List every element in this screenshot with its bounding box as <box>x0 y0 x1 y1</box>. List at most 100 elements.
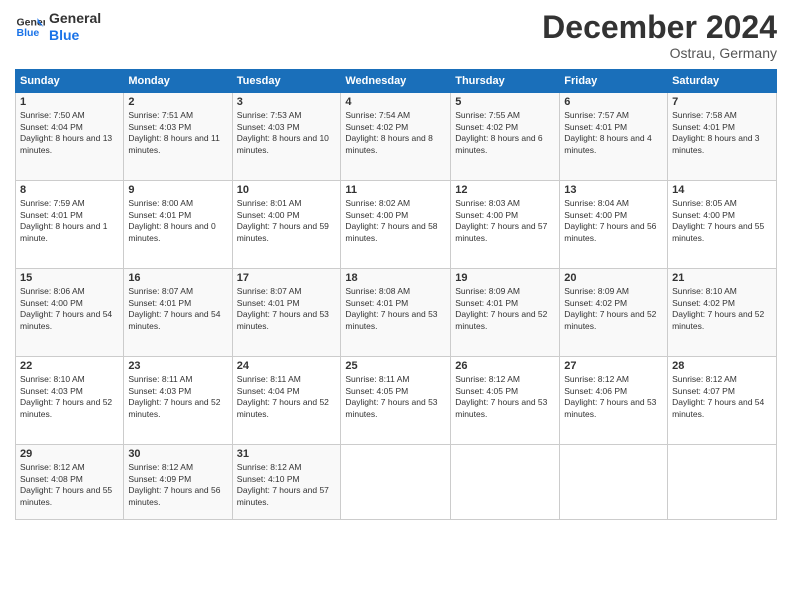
table-row <box>668 445 777 520</box>
day-info: Sunrise: 7:51 AMSunset: 4:03 PMDaylight:… <box>128 110 220 154</box>
day-number: 12 <box>455 184 555 196</box>
logo-general: General <box>49 10 101 27</box>
table-row: 2 Sunrise: 7:51 AMSunset: 4:03 PMDayligh… <box>124 93 232 181</box>
day-number: 29 <box>20 448 119 460</box>
col-header-monday: Monday <box>124 70 232 93</box>
day-info: Sunrise: 8:07 AMSunset: 4:01 PMDaylight:… <box>128 286 220 330</box>
table-row: 5 Sunrise: 7:55 AMSunset: 4:02 PMDayligh… <box>451 93 560 181</box>
table-row: 22 Sunrise: 8:10 AMSunset: 4:03 PMDaylig… <box>16 357 124 445</box>
day-info: Sunrise: 8:11 AMSunset: 4:05 PMDaylight:… <box>345 374 437 418</box>
day-number: 1 <box>20 96 119 108</box>
day-info: Sunrise: 8:09 AMSunset: 4:02 PMDaylight:… <box>564 286 656 330</box>
day-number: 10 <box>237 184 337 196</box>
table-row <box>451 445 560 520</box>
table-row: 26 Sunrise: 8:12 AMSunset: 4:05 PMDaylig… <box>451 357 560 445</box>
day-info: Sunrise: 8:10 AMSunset: 4:03 PMDaylight:… <box>20 374 112 418</box>
day-info: Sunrise: 7:54 AMSunset: 4:02 PMDaylight:… <box>345 110 432 154</box>
day-info: Sunrise: 7:53 AMSunset: 4:03 PMDaylight:… <box>237 110 329 154</box>
day-number: 31 <box>237 448 337 460</box>
day-info: Sunrise: 8:11 AMSunset: 4:03 PMDaylight:… <box>128 374 220 418</box>
day-number: 30 <box>128 448 227 460</box>
col-header-wednesday: Wednesday <box>341 70 451 93</box>
calendar-table: SundayMondayTuesdayWednesdayThursdayFrid… <box>15 69 777 520</box>
day-number: 17 <box>237 272 337 284</box>
day-number: 9 <box>128 184 227 196</box>
col-header-thursday: Thursday <box>451 70 560 93</box>
day-info: Sunrise: 8:11 AMSunset: 4:04 PMDaylight:… <box>237 374 329 418</box>
day-number: 8 <box>20 184 119 196</box>
day-info: Sunrise: 8:12 AMSunset: 4:08 PMDaylight:… <box>20 462 112 506</box>
day-number: 13 <box>564 184 663 196</box>
col-header-tuesday: Tuesday <box>232 70 341 93</box>
table-row: 12 Sunrise: 8:03 AMSunset: 4:00 PMDaylig… <box>451 181 560 269</box>
table-row: 30 Sunrise: 8:12 AMSunset: 4:09 PMDaylig… <box>124 445 232 520</box>
day-number: 7 <box>672 96 772 108</box>
table-row: 11 Sunrise: 8:02 AMSunset: 4:00 PMDaylig… <box>341 181 451 269</box>
day-info: Sunrise: 8:12 AMSunset: 4:05 PMDaylight:… <box>455 374 547 418</box>
day-number: 23 <box>128 360 227 372</box>
day-info: Sunrise: 7:59 AMSunset: 4:01 PMDaylight:… <box>20 198 107 242</box>
table-row: 15 Sunrise: 8:06 AMSunset: 4:00 PMDaylig… <box>16 269 124 357</box>
day-info: Sunrise: 8:04 AMSunset: 4:00 PMDaylight:… <box>564 198 656 242</box>
col-header-sunday: Sunday <box>16 70 124 93</box>
table-row: 31 Sunrise: 8:12 AMSunset: 4:10 PMDaylig… <box>232 445 341 520</box>
table-row: 23 Sunrise: 8:11 AMSunset: 4:03 PMDaylig… <box>124 357 232 445</box>
table-row: 17 Sunrise: 8:07 AMSunset: 4:01 PMDaylig… <box>232 269 341 357</box>
day-info: Sunrise: 8:03 AMSunset: 4:00 PMDaylight:… <box>455 198 547 242</box>
table-row: 7 Sunrise: 7:58 AMSunset: 4:01 PMDayligh… <box>668 93 777 181</box>
table-row: 13 Sunrise: 8:04 AMSunset: 4:00 PMDaylig… <box>560 181 668 269</box>
table-row: 20 Sunrise: 8:09 AMSunset: 4:02 PMDaylig… <box>560 269 668 357</box>
day-number: 11 <box>345 184 446 196</box>
col-header-friday: Friday <box>560 70 668 93</box>
day-number: 2 <box>128 96 227 108</box>
table-row: 24 Sunrise: 8:11 AMSunset: 4:04 PMDaylig… <box>232 357 341 445</box>
day-number: 3 <box>237 96 337 108</box>
table-row: 10 Sunrise: 8:01 AMSunset: 4:00 PMDaylig… <box>232 181 341 269</box>
day-info: Sunrise: 8:12 AMSunset: 4:10 PMDaylight:… <box>237 462 329 506</box>
location: Ostrau, Germany <box>542 45 777 61</box>
day-number: 25 <box>345 360 446 372</box>
title-block: December 2024 Ostrau, Germany <box>542 10 777 61</box>
table-row: 21 Sunrise: 8:10 AMSunset: 4:02 PMDaylig… <box>668 269 777 357</box>
table-row: 25 Sunrise: 8:11 AMSunset: 4:05 PMDaylig… <box>341 357 451 445</box>
day-info: Sunrise: 8:12 AMSunset: 4:09 PMDaylight:… <box>128 462 220 506</box>
table-row: 4 Sunrise: 7:54 AMSunset: 4:02 PMDayligh… <box>341 93 451 181</box>
day-info: Sunrise: 8:00 AMSunset: 4:01 PMDaylight:… <box>128 198 215 242</box>
table-row: 16 Sunrise: 8:07 AMSunset: 4:01 PMDaylig… <box>124 269 232 357</box>
table-row: 14 Sunrise: 8:05 AMSunset: 4:00 PMDaylig… <box>668 181 777 269</box>
day-number: 28 <box>672 360 772 372</box>
svg-text:Blue: Blue <box>17 27 40 39</box>
table-row: 9 Sunrise: 8:00 AMSunset: 4:01 PMDayligh… <box>124 181 232 269</box>
day-info: Sunrise: 8:09 AMSunset: 4:01 PMDaylight:… <box>455 286 547 330</box>
day-info: Sunrise: 7:57 AMSunset: 4:01 PMDaylight:… <box>564 110 651 154</box>
day-info: Sunrise: 7:58 AMSunset: 4:01 PMDaylight:… <box>672 110 759 154</box>
day-info: Sunrise: 8:08 AMSunset: 4:01 PMDaylight:… <box>345 286 437 330</box>
day-number: 14 <box>672 184 772 196</box>
day-number: 21 <box>672 272 772 284</box>
day-number: 27 <box>564 360 663 372</box>
table-row: 8 Sunrise: 7:59 AMSunset: 4:01 PMDayligh… <box>16 181 124 269</box>
table-row: 1 Sunrise: 7:50 AMSunset: 4:04 PMDayligh… <box>16 93 124 181</box>
header: General Blue General Blue December 2024 … <box>15 10 777 61</box>
table-row: 28 Sunrise: 8:12 AMSunset: 4:07 PMDaylig… <box>668 357 777 445</box>
table-row: 6 Sunrise: 7:57 AMSunset: 4:01 PMDayligh… <box>560 93 668 181</box>
day-number: 26 <box>455 360 555 372</box>
col-header-saturday: Saturday <box>668 70 777 93</box>
day-info: Sunrise: 8:01 AMSunset: 4:00 PMDaylight:… <box>237 198 329 242</box>
day-number: 20 <box>564 272 663 284</box>
page: General Blue General Blue December 2024 … <box>0 0 792 612</box>
day-info: Sunrise: 8:10 AMSunset: 4:02 PMDaylight:… <box>672 286 764 330</box>
day-info: Sunrise: 7:50 AMSunset: 4:04 PMDaylight:… <box>20 110 112 154</box>
day-number: 19 <box>455 272 555 284</box>
day-info: Sunrise: 8:02 AMSunset: 4:00 PMDaylight:… <box>345 198 437 242</box>
table-row <box>560 445 668 520</box>
table-row: 19 Sunrise: 8:09 AMSunset: 4:01 PMDaylig… <box>451 269 560 357</box>
table-row <box>341 445 451 520</box>
day-info: Sunrise: 8:06 AMSunset: 4:00 PMDaylight:… <box>20 286 112 330</box>
table-row: 29 Sunrise: 8:12 AMSunset: 4:08 PMDaylig… <box>16 445 124 520</box>
logo-icon: General Blue <box>15 12 45 42</box>
table-row: 18 Sunrise: 8:08 AMSunset: 4:01 PMDaylig… <box>341 269 451 357</box>
table-row: 27 Sunrise: 8:12 AMSunset: 4:06 PMDaylig… <box>560 357 668 445</box>
month-title: December 2024 <box>542 10 777 45</box>
day-info: Sunrise: 8:05 AMSunset: 4:00 PMDaylight:… <box>672 198 764 242</box>
